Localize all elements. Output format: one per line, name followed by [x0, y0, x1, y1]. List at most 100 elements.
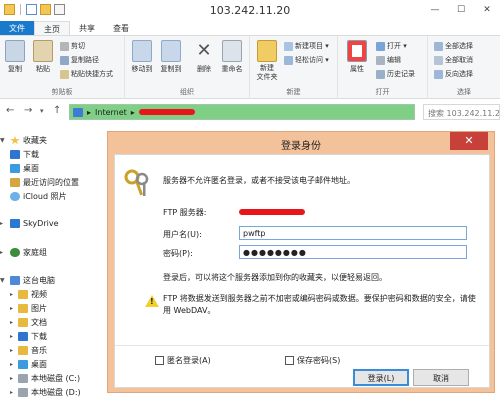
clipboard-group-label: 剪贴板 — [51, 88, 73, 96]
delete-x-icon: ✕ — [196, 40, 212, 61]
breadcrumb-separator: ▸ — [87, 107, 92, 117]
anonymous-login-label: 匿名登录(A) — [167, 356, 211, 365]
copy-path-button[interactable]: 复制路径 — [60, 55, 99, 65]
homegroup-icon — [10, 248, 20, 257]
chevron-right-icon[interactable]: ▸ — [10, 389, 15, 396]
chevron-right-icon[interactable]: ▸ — [10, 375, 15, 382]
minimize-button[interactable]: — — [422, 0, 448, 19]
recent-places-icon — [10, 178, 20, 187]
chevron-right-icon[interactable]: ▸ — [10, 319, 15, 326]
address-bar[interactable]: ▸ Internet ▸ — [69, 104, 415, 120]
easy-access-button[interactable]: 轻松访问 ▾ — [284, 55, 329, 65]
nav-item-documents[interactable]: ▸ 文档 — [10, 317, 47, 328]
nav-item-pictures[interactable]: ▸ 图片 — [10, 303, 47, 314]
chevron-right-icon[interactable]: ▸ — [10, 291, 15, 298]
chevron-right-icon[interactable]: ▸ — [0, 220, 7, 227]
chevron-down-icon[interactable]: ▼ — [0, 277, 7, 284]
nav-item-homegroup[interactable]: ▸ 家庭组 — [0, 247, 47, 258]
nav-item-label: 这台电脑 — [23, 276, 55, 285]
delete-label: 删除 — [197, 65, 211, 73]
dialog-close-button[interactable]: ✕ — [450, 132, 488, 150]
divider — [115, 345, 489, 346]
nav-item-videos[interactable]: ▸ 视频 — [10, 289, 47, 300]
copy-to-button[interactable]: 复制到 — [158, 40, 184, 74]
drive-icon — [18, 374, 28, 383]
breadcrumb-internet[interactable]: Internet — [95, 108, 127, 117]
login-button[interactable]: 登录(L) — [353, 369, 409, 386]
copy-to-label: 复制到 — [160, 65, 182, 73]
back-button[interactable]: ← — [6, 105, 14, 116]
nav-item-downloads[interactable]: 下载 — [10, 149, 39, 160]
anonymous-login-checkbox[interactable]: 匿名登录(A) — [155, 355, 211, 366]
nav-item-drive-c[interactable]: ▸ 本地磁盘 (C:) — [10, 373, 80, 384]
close-window-button[interactable]: ✕ — [474, 0, 500, 19]
nav-item-label: 家庭组 — [23, 248, 47, 257]
nav-item-label: 文档 — [31, 318, 47, 327]
nav-item-label: 桌面 — [31, 360, 47, 369]
password-field[interactable]: ●●●●●●●● — [239, 245, 467, 259]
recent-locations-dropdown[interactable]: ▾ — [40, 107, 44, 115]
nav-item-pc-desktop[interactable]: ▸ 桌面 — [10, 359, 47, 370]
chevron-right-icon[interactable]: ▸ — [10, 347, 15, 354]
chevron-down-icon[interactable]: ▼ — [0, 137, 7, 144]
drive-icon — [18, 388, 28, 397]
rename-button[interactable]: 重命名 — [219, 40, 245, 74]
nav-item-skydrive[interactable]: ▸ SkyDrive — [0, 219, 59, 228]
checkbox-box[interactable] — [285, 356, 294, 365]
delete-button[interactable]: ✕ 删除 — [191, 40, 217, 74]
nav-item-icloud[interactable]: iCloud 照片 — [10, 191, 67, 202]
paste-shortcut-button[interactable]: 粘贴快捷方式 — [60, 69, 113, 79]
new-item-button[interactable]: 新建项目 ▾ — [284, 41, 329, 51]
login-dialog: 登录身份 ✕ 服务器不允许匿名登录，或者不接受该电子邮件地址。 FTP 服务器:… — [107, 131, 495, 393]
chevron-right-icon[interactable]: ▸ — [10, 333, 15, 340]
invert-selection-button[interactable]: 反向选择 — [434, 69, 473, 79]
cancel-button[interactable]: 取消 — [413, 369, 469, 386]
move-to-button[interactable]: 移动到 — [129, 40, 155, 74]
redacted-address — [138, 109, 195, 115]
select-all-label: 全部选择 — [445, 42, 473, 50]
history-button[interactable]: 历史记录 — [376, 69, 415, 79]
checkbox-box[interactable] — [155, 356, 164, 365]
maximize-button[interactable]: ☐ — [448, 0, 474, 19]
chevron-right-icon[interactable]: ▸ — [0, 249, 7, 256]
properties-icon — [347, 40, 367, 62]
nav-item-pc-downloads[interactable]: ▸ 下载 — [10, 331, 47, 342]
tab-file[interactable]: 文件 — [0, 21, 34, 35]
nav-item-label: 桌面 — [23, 164, 39, 173]
window-controls: — ☐ ✕ — [422, 0, 500, 19]
address-row: ← → ▾ ↑ ▸ Internet ▸ 搜索 103.242.11.20 — [0, 100, 500, 122]
chevron-right-icon[interactable]: ▸ — [10, 361, 15, 368]
tab-share[interactable]: 共享 — [70, 21, 104, 35]
edit-button[interactable]: 编辑 — [376, 55, 401, 65]
chevron-right-icon[interactable]: ▸ — [10, 305, 15, 312]
forward-button[interactable]: → — [24, 105, 32, 116]
tab-home[interactable]: 主页 — [34, 21, 70, 35]
properties-button[interactable]: 属性 — [344, 40, 370, 74]
star-icon — [10, 136, 20, 145]
open-group-label: 打开 — [375, 88, 390, 96]
copy-button[interactable]: 复制 — [2, 40, 28, 74]
ftp-server-label: FTP 服务器: — [163, 208, 207, 217]
nav-item-desktop[interactable]: 桌面 — [10, 163, 39, 174]
select-none-button[interactable]: 全部取消 — [434, 55, 473, 65]
easy-access-icon — [284, 55, 293, 65]
nav-item-drive-d[interactable]: ▸ 本地磁盘 (D:) — [10, 387, 81, 398]
select-all-button[interactable]: 全部选择 — [434, 41, 473, 51]
nav-item-this-pc[interactable]: ▼ 这台电脑 — [0, 275, 55, 286]
nav-item-music[interactable]: ▸ 音乐 — [10, 345, 47, 356]
nav-item-favorites[interactable]: ▼ 收藏夹 — [0, 135, 47, 146]
paste-shortcut-icon — [60, 69, 69, 79]
tab-view[interactable]: 查看 — [104, 21, 138, 35]
up-button[interactable]: ↑ — [53, 105, 61, 116]
cut-button[interactable]: 剪切 — [60, 41, 85, 51]
dialog-message: 服务器不允许匿名登录，或者不接受该电子邮件地址。 — [163, 176, 355, 185]
nav-item-recent[interactable]: 最近访问的位置 — [10, 177, 79, 188]
search-input[interactable]: 搜索 103.242.11.20 — [423, 104, 500, 120]
paste-shortcut-label: 粘贴快捷方式 — [71, 70, 113, 78]
rename-label: 重命名 — [221, 65, 243, 73]
save-password-checkbox[interactable]: 保存密码(S) — [285, 355, 340, 366]
new-folder-button[interactable]: 新建 文件夹 — [254, 40, 280, 82]
username-field[interactable]: pwftp — [239, 226, 467, 240]
open-button[interactable]: 打开 ▾ — [376, 41, 407, 51]
paste-button[interactable]: 粘贴 — [30, 40, 56, 74]
